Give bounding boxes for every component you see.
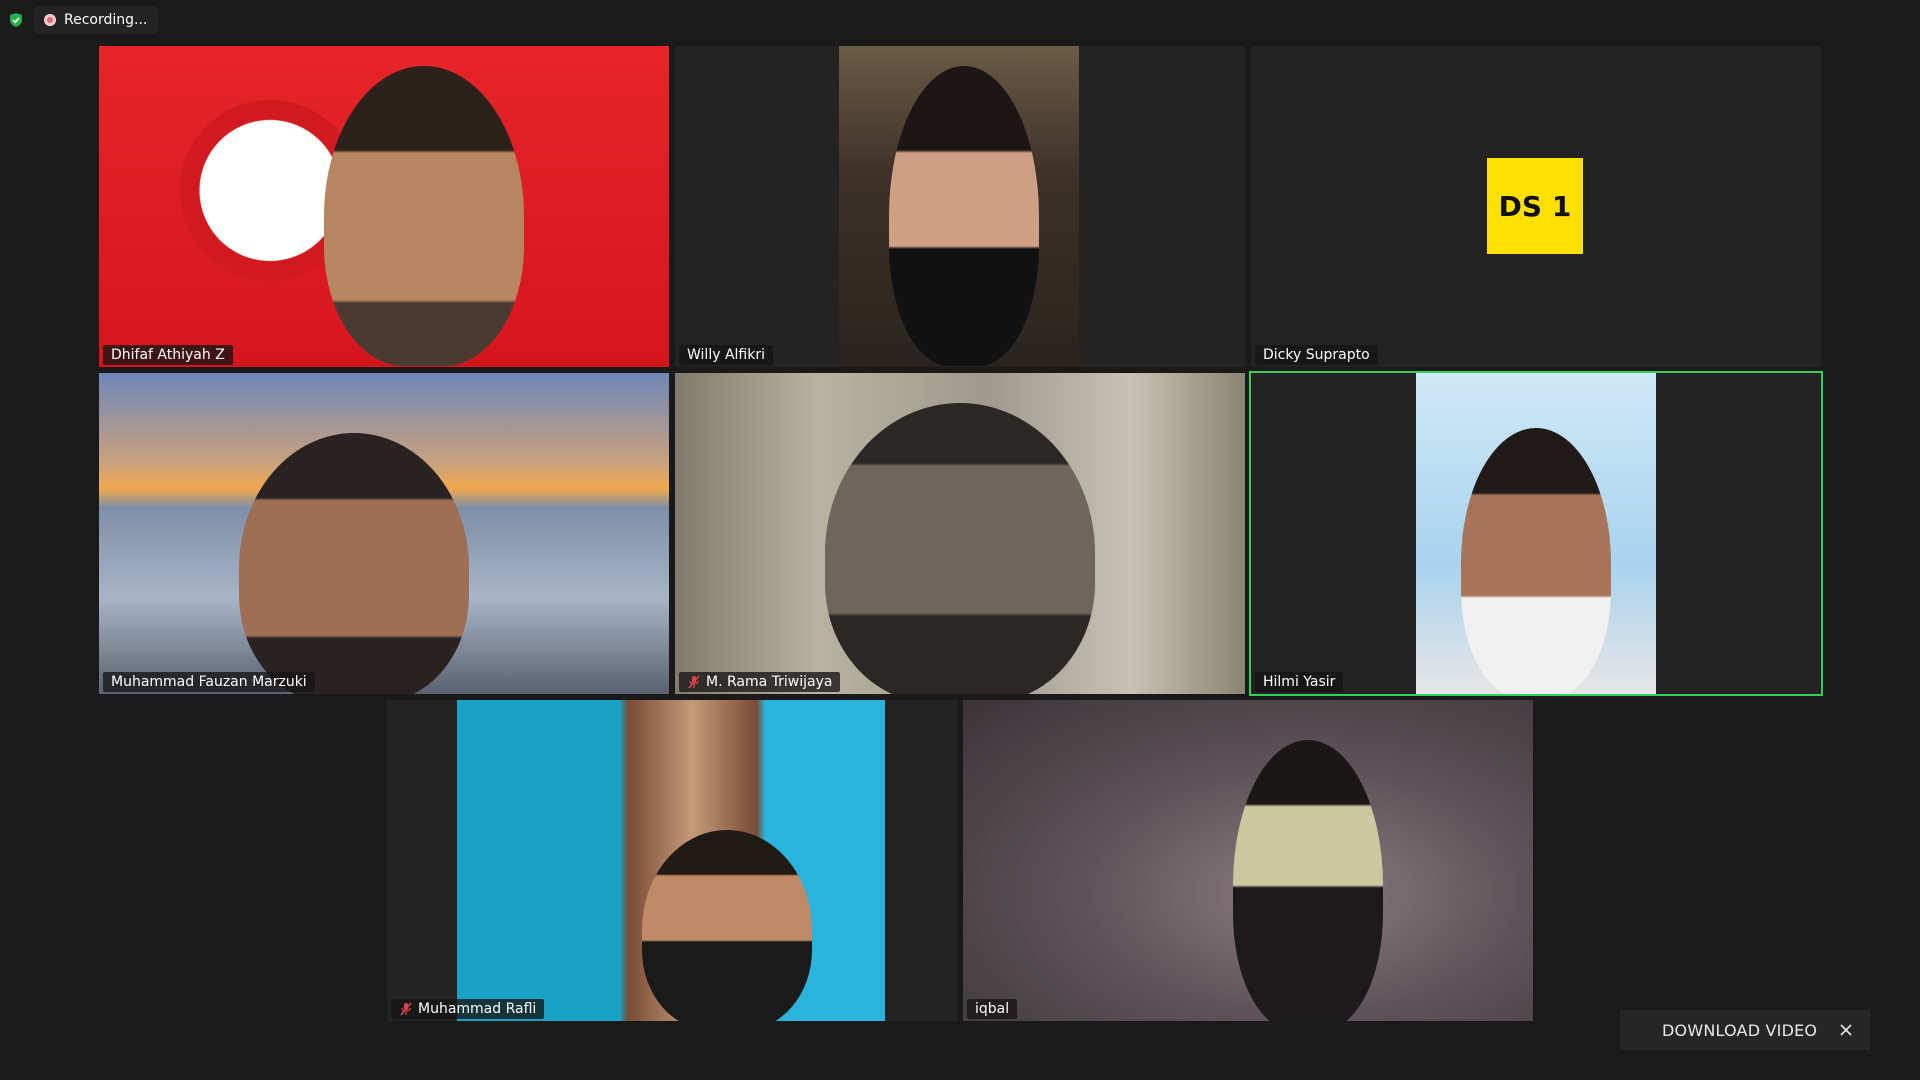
- participant-name-tag: M. Rama Triwijaya: [679, 672, 841, 692]
- participant-name: Muhammad Rafli: [418, 1001, 537, 1017]
- participant-tile-active-speaker[interactable]: Hilmi Yasir: [1251, 373, 1821, 694]
- avatar: DS 1: [1487, 158, 1583, 254]
- participant-video: [99, 46, 669, 367]
- participant-name: Willy Alfikri: [687, 347, 765, 363]
- meeting-window: Recording... Dhifaf Athiyah Z Willy Alfi…: [0, 0, 1920, 1080]
- participant-video: [457, 700, 885, 1021]
- participant-name-tag: Willy Alfikri: [679, 345, 773, 365]
- participant-name: M. Rama Triwijaya: [706, 674, 833, 690]
- close-icon[interactable]: [1838, 1022, 1854, 1038]
- participant-name-tag: Dicky Suprapto: [1255, 345, 1378, 365]
- participant-name-tag: iqbal: [967, 999, 1018, 1019]
- participant-tile[interactable]: DS 1 Dicky Suprapto: [1251, 46, 1821, 367]
- participant-name-tag: Muhammad Rafli: [391, 999, 545, 1019]
- participant-name: iqbal: [975, 1001, 1010, 1017]
- participant-name: Muhammad Fauzan Marzuki: [111, 674, 307, 690]
- muted-microphone-icon: [688, 675, 700, 689]
- participant-video: [99, 373, 669, 694]
- participant-video: [839, 46, 1079, 367]
- download-video-bar[interactable]: DOWNLOAD VIDEO: [1620, 1010, 1870, 1050]
- participant-tile[interactable]: Muhammad Fauzan Marzuki: [99, 373, 669, 694]
- participant-video: [963, 700, 1533, 1021]
- participant-name: Dhifaf Athiyah Z: [111, 347, 225, 363]
- participant-name: Hilmi Yasir: [1263, 674, 1336, 690]
- record-dot-icon: [44, 14, 56, 26]
- participant-name: Dicky Suprapto: [1263, 347, 1370, 363]
- participant-video: [675, 373, 1245, 694]
- top-status-bar: Recording...: [6, 6, 159, 34]
- participant-video: [1416, 373, 1656, 694]
- participant-tile[interactable]: M. Rama Triwijaya: [675, 373, 1245, 694]
- recording-indicator[interactable]: Recording...: [34, 6, 159, 34]
- participant-name-tag: Muhammad Fauzan Marzuki: [103, 672, 315, 692]
- participant-name-tag: Hilmi Yasir: [1255, 672, 1344, 692]
- participant-name-tag: Dhifaf Athiyah Z: [103, 345, 233, 365]
- participant-tile[interactable]: Willy Alfikri: [675, 46, 1245, 367]
- download-video-label[interactable]: DOWNLOAD VIDEO: [1662, 1021, 1817, 1040]
- participant-tile[interactable]: Muhammad Rafli: [387, 700, 957, 1021]
- muted-microphone-icon: [400, 1002, 412, 1016]
- recording-label: Recording...: [64, 12, 148, 28]
- shield-check-icon[interactable]: [6, 10, 26, 30]
- participant-tile[interactable]: Dhifaf Athiyah Z: [99, 46, 669, 367]
- participant-tile[interactable]: iqbal: [963, 700, 1533, 1021]
